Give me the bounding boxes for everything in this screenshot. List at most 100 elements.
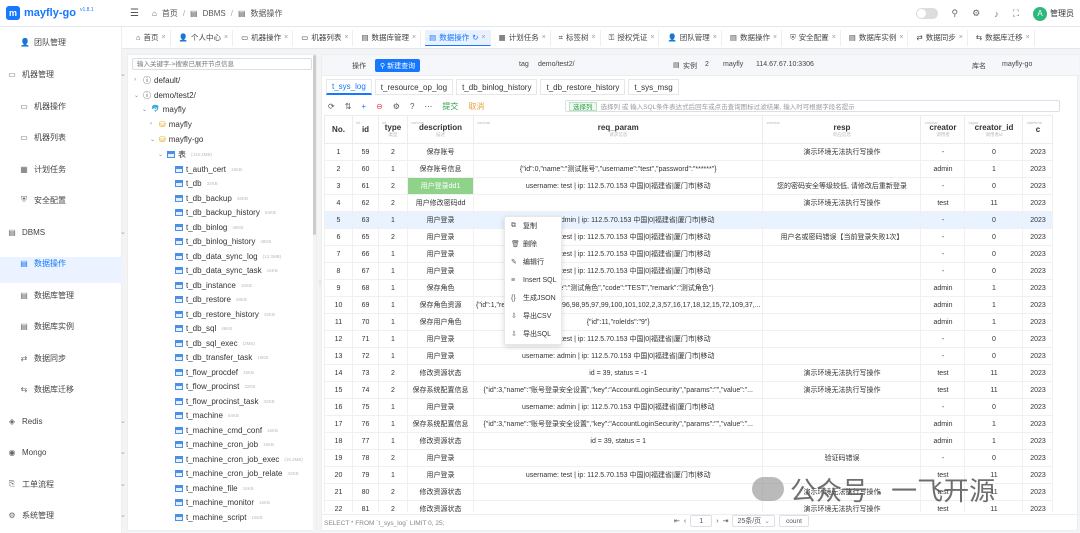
tree-node[interactable]: t_flow_procinst_task 32KB [166,394,275,408]
tree-search-input[interactable] [132,58,312,70]
table-cell[interactable]: 演示环境无法执行写操作 [762,381,922,399]
table-row[interactable]: 9 68 1 保存角色 {"id":0,"name":"测试角色","code":"TE… [324,279,1054,297]
table-cell[interactable]: 1 [964,432,1024,450]
close-icon[interactable]: × [344,34,348,41]
table-cell[interactable]: 2023 [1022,500,1054,512]
tab[interactable]: ▤ 数据库管理 × [357,29,422,46]
tab[interactable]: ▤ 数据操作 ↻ × [425,29,491,46]
table-cell[interactable]: 1 [378,245,408,263]
close-icon[interactable]: × [773,34,777,41]
table-cell[interactable]: 2023 [1022,194,1054,212]
filter-input[interactable]: 选择列 选择列 或 输入SQL条件表达式后回车或点击查询图标过滤结果, 输入时可… [565,100,1060,112]
table-cell[interactable]: 16 [324,398,353,416]
tree-node[interactable]: t_flow_procdef 16KB [166,365,254,379]
tree-node[interactable]: t_machine 64KB [166,408,239,422]
table-cell[interactable]: 2023 [1022,398,1054,416]
table-cell[interactable]: username: admin | ip: 112.5.70.153 中国|0|… [472,398,764,416]
table-cell[interactable]: 保存角色资源 [407,296,474,314]
table-cell[interactable]: 2023 [1022,160,1054,178]
menu-item[interactable]: ▤ 数据库管理 [20,286,74,304]
tab[interactable]: 👤 个人中心 × [175,29,234,46]
tree-node[interactable]: ⌄ ⛁ mayfly-go [150,132,203,146]
close-icon[interactable]: × [482,34,486,41]
table-cell[interactable]: 74 [352,381,379,399]
menu-item[interactable]: ▤ 数据操作 [20,254,66,272]
tab[interactable]: ⛨ 安全配置 × [786,29,841,46]
first-page-icon[interactable]: ⇤ [674,517,680,525]
breadcrumb-dbms[interactable]: DBMS [203,9,226,18]
tree-arrow-icon[interactable]: › [134,77,140,83]
menu-item[interactable]: ⚙ 系统管理 ⌄ [8,506,125,524]
count-button[interactable]: count [779,515,809,527]
context-menu-item[interactable]: {} 生成JSON [505,289,561,307]
table-cell[interactable]: 71 [352,330,379,348]
column-header[interactable]: int id [352,115,379,144]
table-cell[interactable]: 1 [964,279,1024,297]
menu-item[interactable]: ◉ Mongo ⌄ [8,443,126,461]
tree-node[interactable]: t_machine_script 16KB [166,510,263,524]
table-cell[interactable]: 用户登录 [407,330,474,348]
tree-node[interactable]: t_db_backup_history 64KB [166,205,276,219]
table-cell[interactable]: 2023 [1022,245,1054,263]
tree-node[interactable]: t_db_sql_exec (2MB) [166,336,255,350]
table-cell[interactable]: 2023 [1022,279,1054,297]
tree-node[interactable]: t_machine_monitor 16KB [166,495,270,509]
table-cell[interactable]: 2023 [1022,381,1054,399]
table-cell[interactable]: - [920,398,966,416]
table-cell[interactable]: 2023 [1022,313,1054,331]
tab[interactable]: ▭ 机器列表 × [297,29,354,46]
table-cell[interactable]: - [920,245,966,263]
table-cell[interactable]: {"id":3,"name":"账号登录安全设置","key":"Account… [472,381,764,399]
tree-node[interactable]: t_db_transfer_task 16KB [166,350,268,364]
table-cell[interactable]: 用户登录 [407,211,474,229]
fullscreen-icon[interactable]: ⛶ [1013,8,1019,19]
table-cell[interactable]: 69 [352,296,379,314]
table-cell[interactable]: - [920,228,966,246]
table-cell[interactable]: 0 [964,347,1024,365]
close-icon[interactable]: × [899,34,903,41]
tree-node[interactable]: t_db_data_sync_task 16KB [166,263,278,277]
context-menu-item[interactable]: 🗑 删除 [505,235,561,253]
context-menu-item[interactable]: ≡ Insert SQL [505,271,561,289]
table-cell[interactable]: 2023 [1022,262,1054,280]
column-header[interactable]: varchar req_param 请求信息 [472,115,764,144]
close-icon[interactable]: × [224,34,228,41]
table-cell[interactable]: 用户登录 [407,228,474,246]
breadcrumb-home[interactable]: 首页 [162,8,178,19]
menu-item[interactable]: ⎘ 工单流程 ⌄ [8,475,126,493]
table-cell[interactable]: 15 [324,381,353,399]
table-row[interactable]: 14 73 2 修改资源状态 id = 39, status = -1 演示环境无法执行写… [324,364,1054,382]
table-cell[interactable] [762,415,922,433]
table-cell[interactable]: 用户登录 [407,466,474,484]
table-cell[interactable]: 2023 [1022,347,1054,365]
table-cell[interactable]: 用户登录 [407,245,474,263]
table-cell[interactable]: admin [920,296,966,314]
table-cell[interactable]: 1 [964,415,1024,433]
table-cell[interactable]: 5 [324,211,353,229]
table-cell[interactable]: 用户登录 [407,398,474,416]
table-row[interactable]: 15 74 2 保存系统配置信息 {"id":3,"name":"账号登录安全设置","… [324,381,1054,399]
table-cell[interactable]: 0 [964,211,1024,229]
table-cell[interactable]: 78 [352,449,379,467]
close-icon[interactable]: × [1026,34,1030,41]
table-cell[interactable]: - [920,211,966,229]
table-cell[interactable]: 11 [964,194,1024,212]
table-cell[interactable]: 2 [378,381,408,399]
table-cell[interactable]: 0 [964,262,1024,280]
table-cell[interactable]: 0 [964,228,1024,246]
tree-arrow-icon[interactable]: ⌄ [150,136,156,143]
table-cell[interactable]: 修改资源状态 [407,500,474,512]
table-row[interactable]: 18 77 1 修改资源状态 id = 39, status = 1 admin 1 2023 [324,432,1054,450]
tree-node[interactable]: t_machine_cmd_conf 16KB [166,423,278,437]
tab[interactable]: 👤 团队管理 × [663,29,722,46]
table-cell[interactable]: 演示环境无法执行写操作 [762,194,922,212]
table-cell[interactable]: 1 [964,160,1024,178]
table-cell[interactable]: 0 [964,398,1024,416]
menu-item[interactable]: ⇄ 数据同步 [20,349,66,367]
tab[interactable]: ⇄ 数据同步 × [912,29,968,46]
table-cell[interactable]: 1 [378,432,408,450]
tab[interactable]: ⌗ 标签树 × [555,29,601,46]
table-row[interactable]: 12 71 1 用户登录 username: test | ip: 112.5.70.1… [324,330,1054,348]
table-cell[interactable]: 19 [324,449,353,467]
tree-node[interactable]: t_machine_file 16KB [166,481,254,495]
